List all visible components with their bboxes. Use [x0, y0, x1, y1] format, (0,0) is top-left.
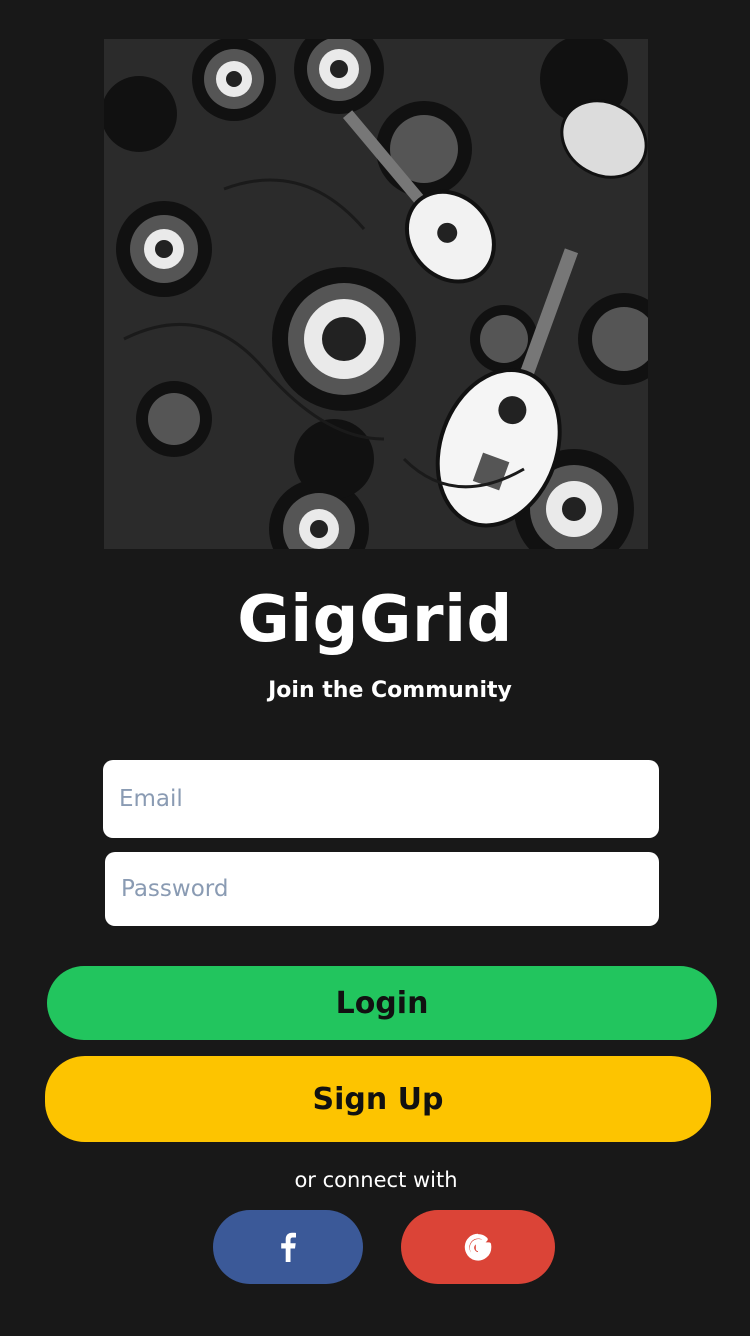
password-field[interactable]	[105, 852, 659, 926]
app-title: GigGrid	[237, 583, 513, 657]
login-button[interactable]: Login	[47, 966, 717, 1040]
app-subtitle: Join the Community	[268, 678, 512, 703]
signup-button[interactable]: Sign Up	[45, 1056, 711, 1142]
facebook-icon	[281, 1232, 296, 1262]
connect-text: or connect with	[294, 1168, 458, 1192]
signup-button-label: Sign Up	[312, 1081, 444, 1117]
login-button-label: Login	[335, 985, 429, 1021]
email-field[interactable]	[103, 760, 659, 838]
hero-image	[104, 39, 648, 549]
facebook-button[interactable]	[213, 1210, 363, 1284]
google-icon	[464, 1233, 492, 1261]
google-button[interactable]	[401, 1210, 555, 1284]
